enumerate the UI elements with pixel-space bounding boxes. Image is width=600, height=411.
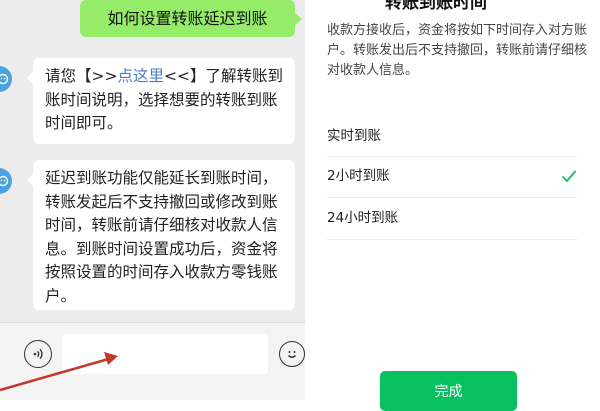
bot-message-prefix: 请您【>>: [45, 67, 118, 85]
bot-message-bubble: 延迟到账功能仅能延长到账时间，转账发起后不支持撤回或修改到账时间，转账前请仔细核…: [27, 160, 295, 310]
bot-face-icon: [0, 73, 9, 85]
bot-face-icon: [0, 175, 9, 187]
annotation-arrow: [0, 352, 118, 392]
bot-message-text: 延迟到账功能仅能延长到账时间，转账发起后不支持撤回或修改到账时间，转账前请仔细核…: [45, 169, 278, 305]
emoji-icon[interactable]: [279, 341, 305, 367]
bot-avatar-icon[interactable]: [0, 168, 12, 194]
divider: [327, 239, 577, 240]
sheet-description: 收款方接收后，资金将按如下时间存入对方账户。转账发出后不支持撤回，转账前请仔细核…: [327, 23, 588, 78]
option-label: 实时到账: [327, 128, 381, 144]
click-here-link[interactable]: 点这里: [117, 67, 164, 85]
user-message-bubble: 如何设置转账延迟到账: [80, 0, 302, 37]
bubble-tail: [27, 72, 33, 84]
smiley-icon: [288, 351, 296, 358]
option-label: 24小时到账: [327, 210, 399, 226]
arrival-time-sheet: 转账到账时间 收款方接收后，资金将按如下时间存入对方账户。转账发出后不支持撤回，…: [305, 0, 600, 411]
bubble-tail: [27, 174, 33, 186]
done-button[interactable]: 完成: [380, 371, 517, 411]
checkmark-icon: [561, 170, 577, 183]
option-realtime[interactable]: 实时到账: [327, 117, 577, 155]
option-24-hours[interactable]: 24小时到账: [327, 199, 577, 237]
sheet-title: 转账到账时间: [385, 0, 487, 13]
bot-message-bubble: 请您【>>点这里<<】了解转账到账时间说明，选择想要的转账到账时间即可。: [27, 58, 295, 144]
option-label: 2小时到账: [327, 168, 390, 184]
bubble-tail: [295, 13, 302, 25]
chat-panel: 如何设置转账延迟到账 请您【>>点这里<<】了解转账到账时间说明，选择想要的转账…: [0, 0, 305, 400]
option-2-hours[interactable]: 2小时到账: [327, 157, 577, 195]
bot-avatar-icon[interactable]: [0, 66, 12, 92]
user-message-text: 如何设置转账延迟到账: [107, 9, 268, 28]
divider: [327, 197, 577, 198]
